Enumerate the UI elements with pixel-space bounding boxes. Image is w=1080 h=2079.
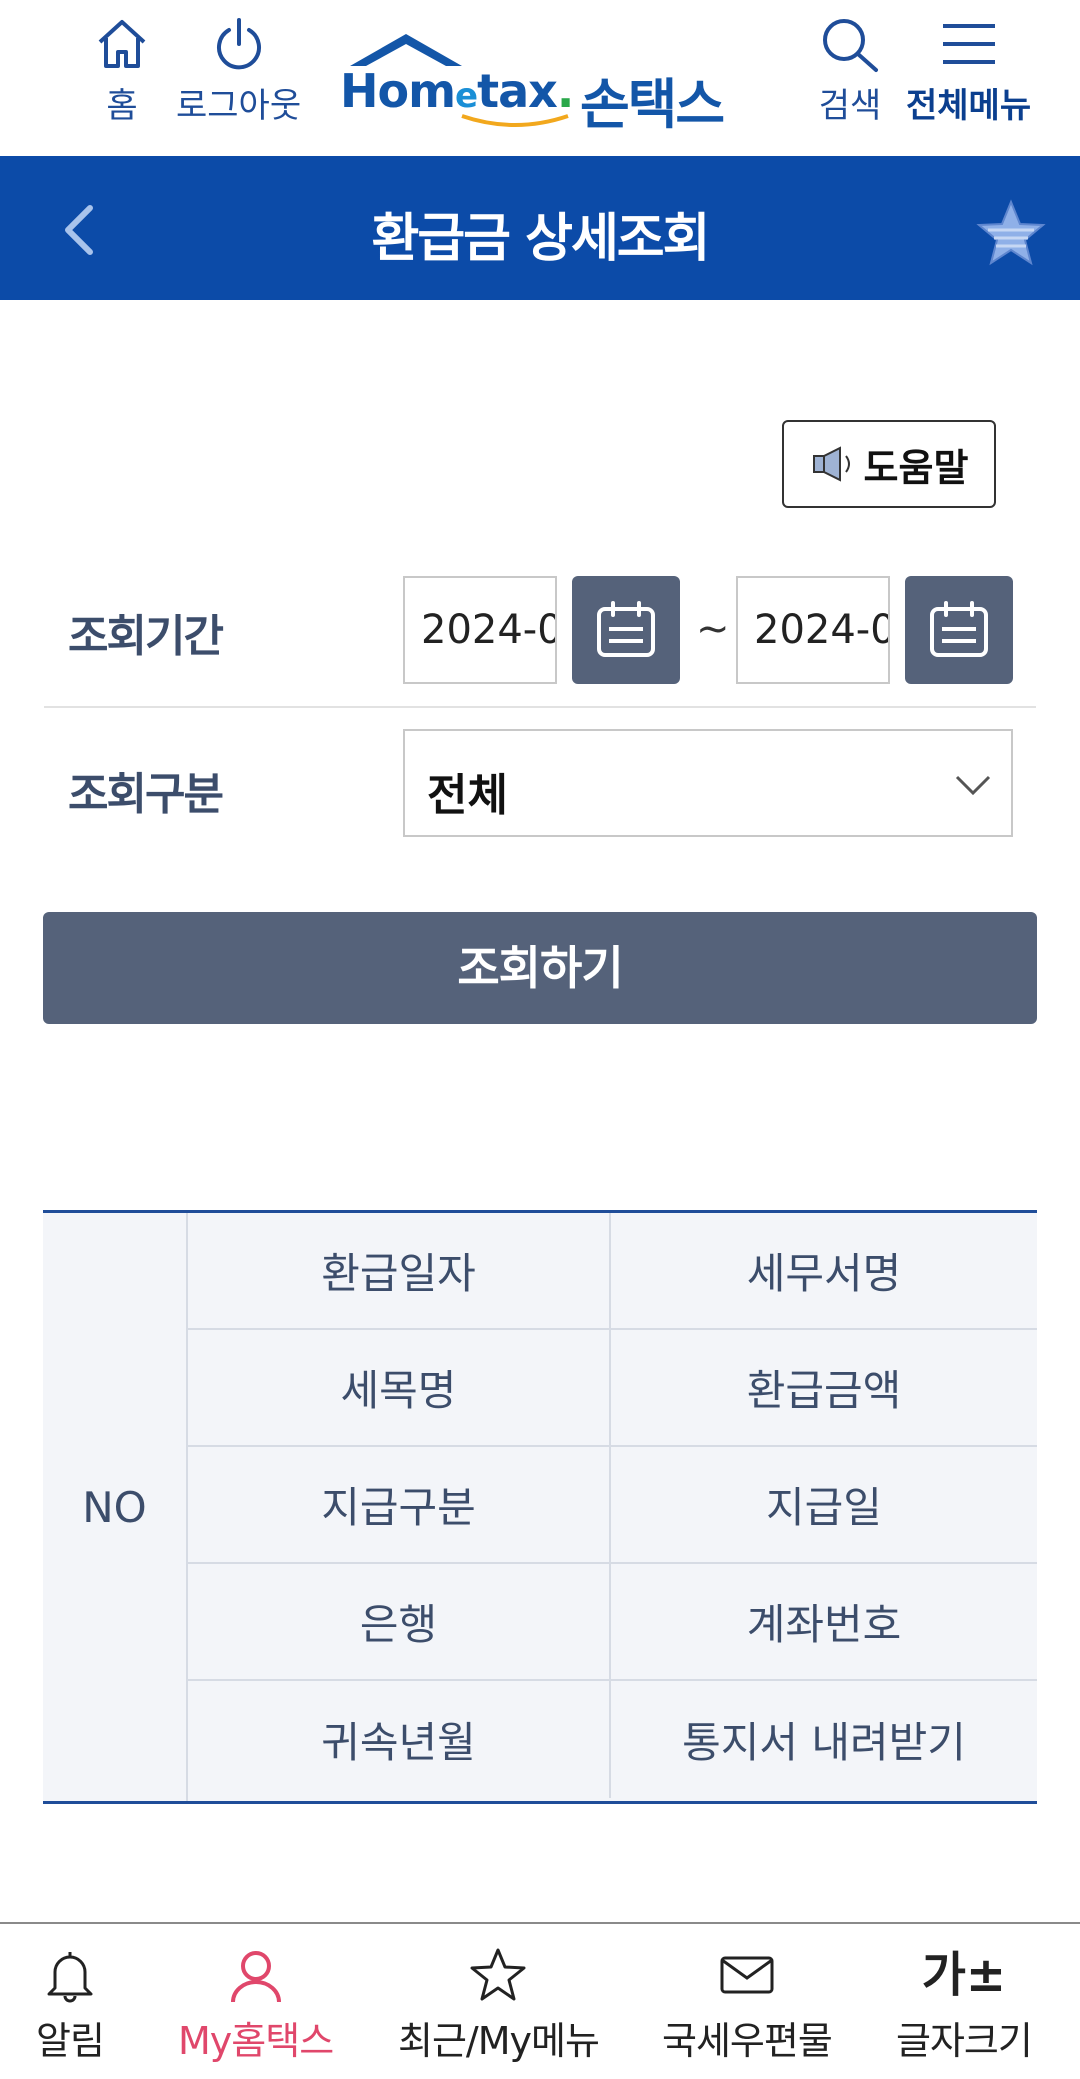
star-icon bbox=[976, 199, 1046, 266]
table-header-cell: 은행 bbox=[188, 1564, 611, 1681]
table-header-cell: 지급일 bbox=[611, 1447, 1037, 1564]
person-icon bbox=[230, 1951, 281, 2003]
logo-text-ko: 손택스 bbox=[580, 73, 725, 136]
table-header-no: NO bbox=[43, 1213, 188, 1801]
calendar-icon bbox=[930, 601, 988, 657]
home-button[interactable]: 홈 bbox=[92, 14, 152, 127]
bottom-nav-label: 알림 bbox=[36, 2019, 105, 2063]
start-date-input[interactable]: 2024-0 bbox=[403, 576, 557, 684]
speaker-icon bbox=[812, 446, 850, 482]
table-header-cell: 세무서명 bbox=[611, 1213, 1037, 1330]
table-header-cell: 지급구분 bbox=[188, 1447, 611, 1564]
type-select[interactable]: 전체 bbox=[403, 729, 1013, 837]
full-menu-button[interactable]: 전체메뉴 bbox=[906, 14, 1031, 127]
bottom-nav-alerts[interactable]: 알림 bbox=[36, 1946, 105, 2065]
logout-label: 로그아웃 bbox=[176, 86, 302, 126]
bell-icon bbox=[47, 1952, 93, 2003]
logo-text-en: Hometax. bbox=[340, 64, 574, 118]
help-button[interactable]: 도움말 bbox=[782, 420, 996, 508]
end-date-input[interactable]: 2024-0 bbox=[736, 576, 890, 684]
search-button[interactable]: 검색 bbox=[818, 14, 882, 127]
page-title: 환급금 상세조회 bbox=[371, 209, 711, 269]
home-icon bbox=[98, 20, 146, 68]
refund-table-header: NO 환급일자 세무서명 세목명 환급금액 지급구분 지급일 은행 계좌번호 귀… bbox=[43, 1210, 1037, 1804]
help-label: 도움말 bbox=[863, 445, 969, 490]
bottom-nav-label: 국세우편물 bbox=[662, 2019, 833, 2063]
home-label: 홈 bbox=[106, 86, 138, 126]
full-menu-label: 전체메뉴 bbox=[906, 86, 1032, 126]
search-label: 검색 bbox=[818, 86, 882, 126]
hometax-logo[interactable]: Hometax. 손택스 bbox=[340, 26, 750, 136]
bottom-nav: 알림 My홈택스 최근/My메뉴 국세우편물 가± 글자크기 bbox=[0, 1922, 1080, 2079]
favorite-button[interactable] bbox=[976, 198, 1046, 268]
start-date-calendar-button[interactable] bbox=[572, 576, 680, 684]
bottom-nav-my-hometax[interactable]: My홈택스 bbox=[178, 1946, 334, 2065]
font-size-icon: 가± bbox=[921, 1947, 1007, 2003]
bottom-nav-label: 최근/My메뉴 bbox=[398, 2019, 600, 2063]
table-header-cell: 환급일자 bbox=[188, 1213, 611, 1330]
form-divider bbox=[44, 706, 1036, 708]
bottom-nav-label: 글자크기 bbox=[896, 2019, 1033, 2063]
top-header: 홈 로그아웃 Hometax. 손택스 검색 전체메뉴 bbox=[0, 0, 1080, 156]
bottom-nav-recent-my-menu[interactable]: 최근/My메뉴 bbox=[398, 1946, 600, 2065]
logout-button[interactable]: 로그아웃 bbox=[176, 14, 301, 127]
type-label: 조회구분 bbox=[68, 769, 224, 820]
search-submit-button[interactable]: 조회하기 bbox=[43, 912, 1037, 1024]
end-date-calendar-button[interactable] bbox=[905, 576, 1013, 684]
date-range-separator: ~ bbox=[696, 606, 730, 652]
bottom-nav-font-size[interactable]: 가± 글자크기 bbox=[896, 1946, 1033, 2065]
bottom-nav-tax-mail[interactable]: 국세우편물 bbox=[662, 1946, 833, 2065]
power-icon bbox=[216, 18, 261, 70]
search-icon bbox=[823, 19, 878, 72]
table-header-cell: 통지서 내려받기 bbox=[682, 1718, 966, 1767]
type-select-value: 전체 bbox=[427, 770, 508, 821]
bottom-nav-label: My홈택스 bbox=[178, 2019, 334, 2063]
star-icon bbox=[470, 1948, 526, 2001]
title-bar: 환급금 상세조회 bbox=[0, 156, 1080, 300]
period-label: 조회기간 bbox=[68, 611, 224, 662]
table-header-cell: 계좌번호 bbox=[611, 1564, 1037, 1681]
table-header-cell: 세목명 bbox=[188, 1330, 611, 1447]
mail-icon bbox=[720, 1956, 774, 1994]
table-header-cell: 귀속년월 bbox=[188, 1681, 611, 1798]
table-header-cell: 환급금액 bbox=[611, 1330, 1037, 1447]
logo-swoosh-icon bbox=[461, 114, 569, 127]
chevron-down-icon bbox=[955, 775, 991, 796]
calendar-icon bbox=[597, 601, 655, 657]
hamburger-icon bbox=[942, 24, 995, 64]
